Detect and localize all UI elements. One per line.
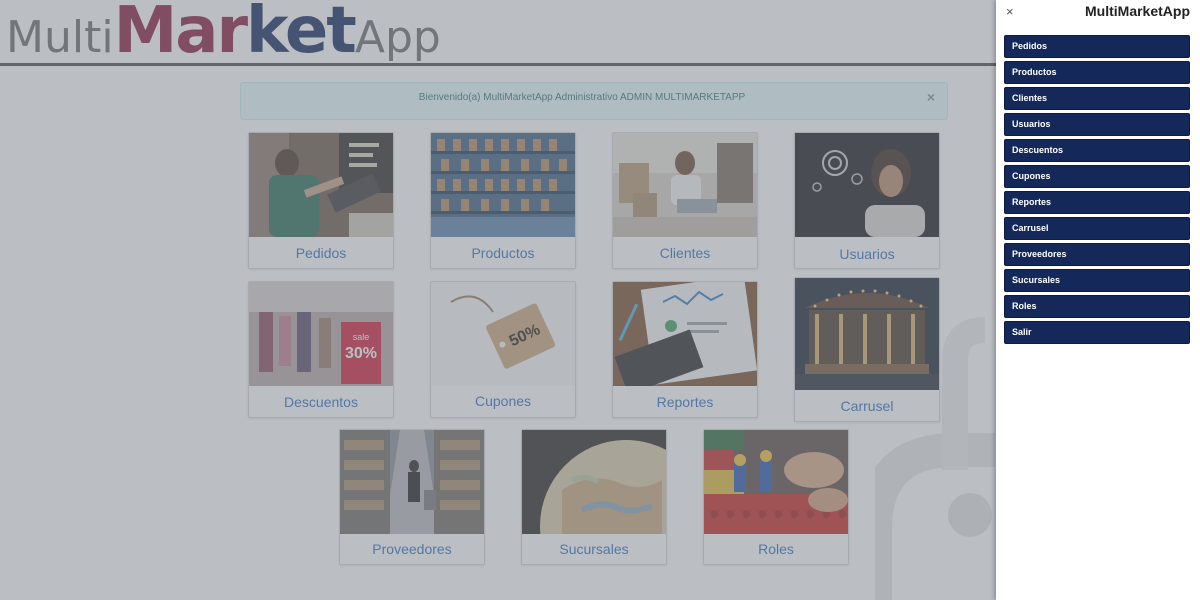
menu-item-salir[interactable]: Salir <box>1004 321 1190 344</box>
menu-item-label: Proveedores <box>1012 249 1067 259</box>
menu-item-cupones[interactable]: Cupones <box>1004 165 1190 188</box>
close-icon[interactable]: × <box>1006 4 1014 19</box>
menu-item-descuentos[interactable]: Descuentos <box>1004 139 1190 162</box>
menu-item-label: Productos <box>1012 67 1057 77</box>
menu-item-label: Pedidos <box>1012 41 1048 51</box>
menu-item-clientes[interactable]: Clientes <box>1004 87 1190 110</box>
menu-item-label: Clientes <box>1012 93 1048 103</box>
menu-item-label: Descuentos <box>1012 145 1064 155</box>
side-menu: × MultiMarketApp Pedidos Productos Clien… <box>996 0 1200 600</box>
menu-item-reportes[interactable]: Reportes <box>1004 191 1190 214</box>
menu-item-roles[interactable]: Roles <box>1004 295 1190 318</box>
menu-item-carrusel[interactable]: Carrusel <box>1004 217 1190 240</box>
menu-item-label: Sucursales <box>1012 275 1061 285</box>
menu-item-label: Usuarios <box>1012 119 1051 129</box>
menu-item-label: Cupones <box>1012 171 1051 181</box>
menu-item-pedidos[interactable]: Pedidos <box>1004 35 1190 58</box>
menu-item-proveedores[interactable]: Proveedores <box>1004 243 1190 266</box>
menu-item-productos[interactable]: Productos <box>1004 61 1190 84</box>
menu-item-label: Salir <box>1012 327 1032 337</box>
menu-item-label: Carrusel <box>1012 223 1049 233</box>
menu-item-label: Reportes <box>1012 197 1052 207</box>
menu-item-label: Roles <box>1012 301 1037 311</box>
menu-item-sucursales[interactable]: Sucursales <box>1004 269 1190 292</box>
side-menu-title: MultiMarketApp <box>1085 3 1190 19</box>
menu-item-usuarios[interactable]: Usuarios <box>1004 113 1190 136</box>
